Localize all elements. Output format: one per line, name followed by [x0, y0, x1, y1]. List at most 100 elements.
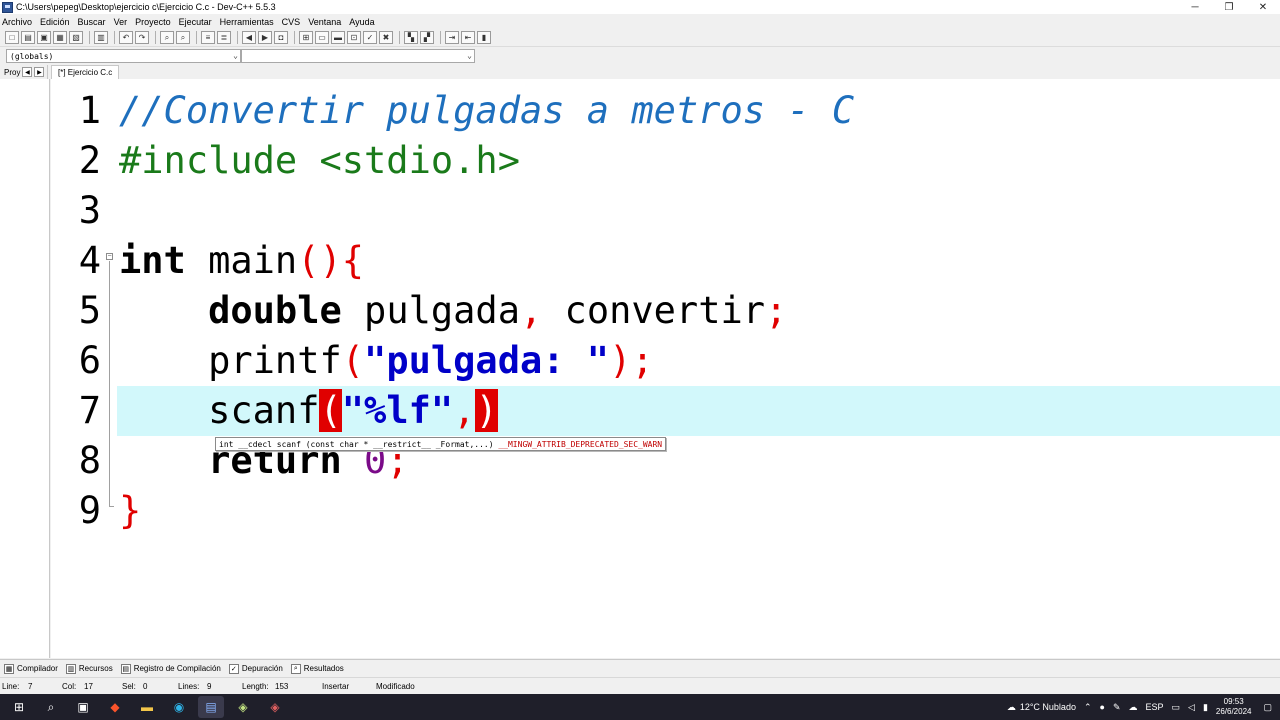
- onedrive-icon[interactable]: ☁: [1128, 702, 1137, 713]
- new-file-icon[interactable]: □: [5, 31, 19, 44]
- tab-recursos[interactable]: ▥ Recursos: [65, 663, 113, 674]
- code-token: #include <stdio.h>: [119, 139, 520, 182]
- brave-browser-icon[interactable]: ◆: [102, 696, 128, 718]
- status-sel-value: 0: [143, 682, 148, 691]
- battery-icon[interactable]: ▮: [1203, 702, 1208, 713]
- minimize-button[interactable]: ─: [1178, 0, 1212, 14]
- status-col-label: Col:: [62, 682, 77, 691]
- code-editor[interactable]: 1 2 3 4 5 6 7 8 9 − //Convertir pulgadas a metro…: [51, 79, 1280, 658]
- file-explorer-icon[interactable]: ▬: [134, 696, 160, 718]
- status-col-value: 17: [84, 682, 93, 691]
- menu-ventana[interactable]: Ventana: [308, 17, 341, 27]
- code-line[interactable]: scanf("%lf",): [119, 386, 498, 436]
- menu-ver[interactable]: Ver: [114, 17, 128, 27]
- pen-icon[interactable]: ✎: [1113, 702, 1121, 713]
- tab-registro[interactable]: ▤ Registro de Compilación: [120, 663, 221, 674]
- volume-icon[interactable]: ◁: [1188, 702, 1195, 713]
- class-view-icon[interactable]: ▬: [331, 31, 345, 44]
- chevron-up-icon[interactable]: ⌃: [1084, 702, 1092, 713]
- code-token: printf: [119, 339, 342, 382]
- line-number-gutter: 1 2 3 4 5 6 7 8 9: [51, 79, 117, 658]
- microphone-icon[interactable]: ●: [1100, 702, 1105, 712]
- project-pane[interactable]: [0, 79, 50, 658]
- forward-icon[interactable]: ▶: [258, 31, 272, 44]
- restore-button[interactable]: ❐: [1212, 0, 1246, 14]
- code-line[interactable]: #include <stdio.h>: [119, 136, 520, 186]
- bookmark-icon[interactable]: ◘: [274, 31, 288, 44]
- menu-edicion[interactable]: Edición: [40, 17, 70, 27]
- insert-icon[interactable]: ⊡: [347, 31, 361, 44]
- network-icon[interactable]: ▭: [1172, 702, 1181, 713]
- code-token: ,: [453, 389, 476, 432]
- open-file-icon[interactable]: ▤: [21, 31, 35, 44]
- find-icon[interactable]: ⌕: [160, 31, 174, 44]
- menu-proyecto[interactable]: Proyecto: [135, 17, 171, 27]
- scope-combo[interactable]: (globals) ⌄: [6, 49, 241, 63]
- new-project-icon[interactable]: ⊞: [299, 31, 313, 44]
- weather-widget[interactable]: ☁ 12°C Nublado: [1007, 702, 1076, 713]
- tab-compilador[interactable]: ▦ Compilador: [4, 663, 58, 674]
- code-line[interactable]: //Convertir pulgadas a metros - C: [119, 86, 854, 136]
- codeblocks-taskbar-icon[interactable]: ◈: [230, 696, 256, 718]
- edge-browser-icon[interactable]: ◉: [166, 696, 192, 718]
- weather-text: 12°C Nublado: [1019, 702, 1076, 712]
- check-syntax-icon[interactable]: ✓: [363, 31, 377, 44]
- code-token: );: [609, 339, 654, 382]
- code-line[interactable]: }: [119, 486, 141, 536]
- status-sel-label: Sel:: [122, 682, 136, 691]
- menu-ayuda[interactable]: Ayuda: [349, 17, 374, 27]
- code-line[interactable]: int main(){: [119, 236, 364, 286]
- project-view-icon[interactable]: ▭: [315, 31, 329, 44]
- clock[interactable]: 09:53 26/6/2024: [1216, 697, 1252, 717]
- member-combo[interactable]: ⌄: [241, 49, 475, 63]
- save-icon[interactable]: ▣: [37, 31, 51, 44]
- redo-icon[interactable]: ↷: [135, 31, 149, 44]
- save-all-icon[interactable]: ▦: [53, 31, 67, 44]
- help-icon[interactable]: ▮: [477, 31, 491, 44]
- search-icon[interactable]: ⌕: [38, 696, 64, 718]
- app-taskbar-icon[interactable]: ◈: [262, 696, 288, 718]
- compile-icon[interactable]: ▚: [404, 31, 418, 44]
- close-file-icon[interactable]: ▧: [69, 31, 83, 44]
- undo-icon[interactable]: ↶: [119, 31, 133, 44]
- code-line[interactable]: printf("pulgada: ");: [119, 336, 654, 386]
- menu-archivo[interactable]: Archivo: [2, 17, 32, 27]
- status-lines-label: Lines:: [178, 682, 200, 691]
- run-icon[interactable]: ▞: [420, 31, 434, 44]
- tab-resultados[interactable]: ⌕ Resultados: [290, 663, 344, 674]
- window-title: C:\Users\pepeg\Desktop\ejercicio c\Ejerc…: [16, 2, 276, 12]
- goto-icon[interactable]: ⇥: [445, 31, 459, 44]
- indent-icon[interactable]: ≡: [201, 31, 215, 44]
- tab-label: Depuración: [241, 664, 283, 673]
- code-line[interactable]: double pulgada, convertir;: [119, 286, 787, 336]
- print-icon[interactable]: ▥: [94, 31, 108, 44]
- language-indicator[interactable]: ESP: [1145, 702, 1163, 712]
- close-button[interactable]: ✕: [1246, 0, 1280, 14]
- chevron-left-icon[interactable]: ◀: [22, 67, 33, 77]
- main-toolbar: □ ▤ ▣ ▦ ▧ ▥ ↶ ↷ ⌕ ⌕ ≡ ≣ ◀ ▶ ◘ ⊞ ▭ ▬ ⊡ ✓ …: [0, 29, 1280, 47]
- unindent-icon[interactable]: ≣: [217, 31, 231, 44]
- chevron-right-icon[interactable]: ▶: [34, 67, 45, 77]
- file-tab-label: [*] Ejercicio C.c: [58, 68, 113, 77]
- project-panel-tab[interactable]: Proy ◀ ▶: [0, 65, 48, 79]
- exit-icon[interactable]: ⇤: [461, 31, 475, 44]
- menu-herramientas[interactable]: Herramientas: [220, 17, 274, 27]
- stop-icon[interactable]: ✖: [379, 31, 393, 44]
- notifications-icon[interactable]: ▢: [1263, 702, 1272, 713]
- scope-combo-value: (globals): [10, 51, 54, 61]
- windows-start-icon[interactable]: ⊞: [6, 696, 32, 718]
- file-tab-ejercicio[interactable]: [*] Ejercicio C.c: [51, 65, 120, 79]
- replace-icon[interactable]: ⌕: [176, 31, 190, 44]
- back-icon[interactable]: ◀: [242, 31, 256, 44]
- fold-collapse-icon[interactable]: −: [106, 253, 113, 260]
- code-token: convertir: [542, 289, 766, 332]
- code-token: //Convertir pulgadas a metros - C: [119, 89, 855, 132]
- menu-cvs[interactable]: CVS: [282, 17, 301, 27]
- menu-buscar[interactable]: Buscar: [78, 17, 106, 27]
- devcpp-taskbar-icon[interactable]: ▤: [198, 696, 224, 718]
- line-number: 6: [78, 339, 101, 382]
- task-view-icon[interactable]: ▣: [70, 696, 96, 718]
- tab-depuracion[interactable]: ✓ Depuración: [228, 663, 283, 674]
- log-icon: ▤: [120, 663, 131, 674]
- menu-ejecutar[interactable]: Ejecutar: [179, 17, 212, 27]
